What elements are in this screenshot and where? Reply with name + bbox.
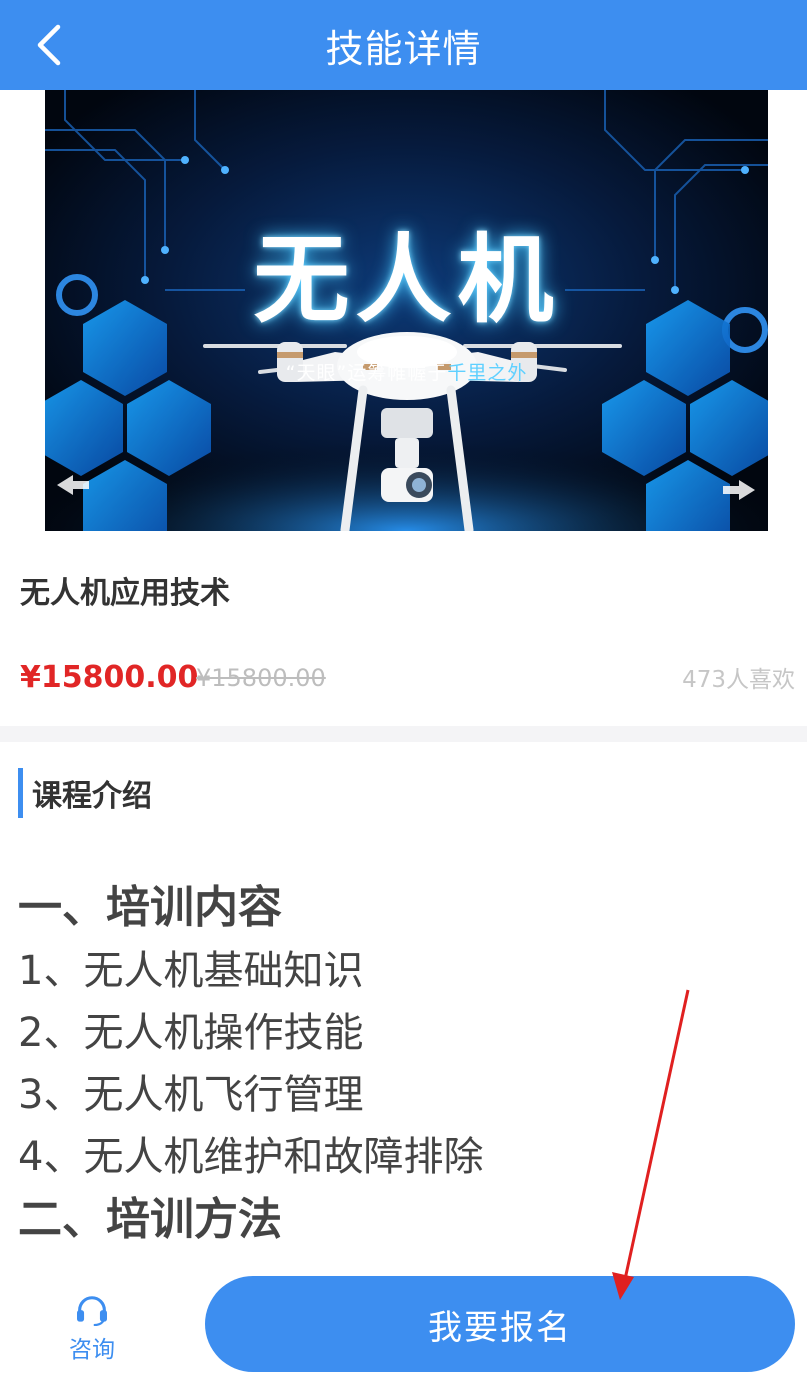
banner-subtitle: “天眼”运筹帷幄于千里之外 — [285, 362, 528, 384]
current-price: ¥15800.00 — [20, 660, 199, 695]
signup-button[interactable]: 我要报名 — [205, 1276, 795, 1372]
back-button[interactable] — [22, 18, 76, 72]
page-title: 技能详情 — [325, 26, 482, 71]
section-accent-bar — [18, 768, 23, 818]
original-price: ¥15800.00 — [196, 664, 326, 692]
content-list-item: 3、无人机飞行管理 — [18, 1072, 364, 1118]
course-name: 无人机应用技术 — [20, 576, 230, 611]
content-list-item: 4、无人机维护和故障排除 — [18, 1134, 484, 1180]
section-title: 课程介绍 — [32, 779, 152, 814]
content-list-item: 1、无人机基础知识 — [18, 948, 364, 994]
content-heading: 一、培训内容 — [18, 882, 282, 933]
content-heading: 二、培训方法 — [18, 1194, 282, 1245]
content-list-item: 2、无人机操作技能 — [18, 1010, 364, 1056]
skill-detail-page: 技能详情 无人机 “天眼”运筹帷幄于千里之外 无人机应用技术 ¥15800.00… — [0, 0, 807, 1387]
top-nav-bar: 技能详情 — [0, 0, 807, 90]
course-banner-image: 无人机 “天眼”运筹帷幄于千里之外 — [45, 90, 768, 531]
consult-button[interactable]: 咨询 — [62, 1296, 122, 1364]
section-header: 课程介绍 — [18, 768, 152, 818]
headset-icon — [77, 1296, 107, 1326]
course-intro-content: 一、培训内容 1、无人机基础知识 2、无人机操作技能 3、无人机飞行管理 4、无… — [18, 876, 788, 1252]
chevron-left-icon — [37, 24, 61, 66]
banner-title: 无人机 — [253, 224, 560, 336]
consult-label: 咨询 — [69, 1337, 115, 1363]
likes-count: 473人喜欢 — [682, 667, 795, 693]
price-row: ¥15800.00 ¥15800.00 473人喜欢 — [20, 660, 795, 700]
section-divider — [0, 726, 807, 742]
